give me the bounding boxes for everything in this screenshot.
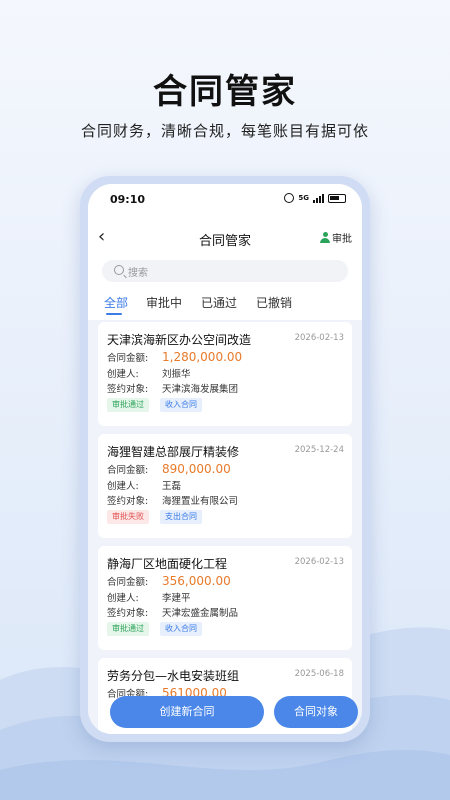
search-placeholder: 搜索 bbox=[128, 268, 148, 279]
battery-icon bbox=[328, 193, 346, 203]
amount-row: 合同金额: 890,000.00 bbox=[107, 462, 231, 476]
party-label: 签约对象: bbox=[107, 496, 149, 507]
contract-title: 劳务分包—水电安装班组 bbox=[107, 669, 240, 683]
contract-date: 2026-02-13 bbox=[294, 557, 344, 567]
amount-row: 合同金额: 1,280,000.00 bbox=[107, 350, 242, 364]
amount-label: 合同金额: bbox=[107, 353, 149, 364]
amount-label: 合同金额: bbox=[107, 465, 149, 476]
creator-value: 李建平 bbox=[162, 593, 191, 604]
approve-label: 审批 bbox=[332, 234, 352, 245]
phone-screen: 09:10 5G ‹ 合同管家 审批 搜索 全部 审批中 已通过 已撤销 天津滨… bbox=[88, 184, 362, 734]
type-badge: 支出合同 bbox=[160, 510, 202, 524]
contract-card[interactable]: 静海厂区地面硬化工程 2026-02-13 合同金额: 356,000.00 创建… bbox=[98, 546, 352, 650]
search-area: 搜索 bbox=[88, 260, 362, 294]
tab-approved[interactable]: 已通过 bbox=[201, 294, 237, 311]
search-input[interactable]: 搜索 bbox=[102, 260, 348, 282]
contract-date: 2025-06-18 bbox=[294, 669, 344, 679]
approve-button[interactable]: 审批 bbox=[320, 230, 352, 245]
status-badge: 审批失败 bbox=[107, 510, 149, 524]
amount-value: 890,000.00 bbox=[162, 462, 231, 476]
hero-title: 合同管家 bbox=[153, 72, 297, 112]
contract-date: 2026-02-13 bbox=[294, 333, 344, 343]
party-label: 签约对象: bbox=[107, 608, 149, 619]
user-icon bbox=[320, 232, 330, 243]
phone-frame: 09:10 5G ‹ 合同管家 审批 搜索 全部 审批中 已通过 已撤销 天津滨… bbox=[80, 176, 370, 742]
status-icons: 5G bbox=[284, 193, 346, 203]
party-row: 签约对象: 天津宏盛金属制品 bbox=[107, 605, 238, 619]
tab-pending[interactable]: 审批中 bbox=[146, 294, 182, 311]
amount-value: 1,280,000.00 bbox=[162, 350, 243, 364]
type-badge: 收入合同 bbox=[160, 398, 202, 412]
contract-title: 天津滨海新区办公空间改造 bbox=[107, 333, 252, 347]
search-icon bbox=[114, 265, 124, 275]
status-time: 09:10 bbox=[110, 193, 146, 206]
status-tabs: 全部 审批中 已通过 已撤销 bbox=[88, 294, 362, 320]
type-badge: 收入合同 bbox=[160, 622, 202, 636]
party-label: 签约对象: bbox=[107, 384, 149, 395]
creator-label: 创建人: bbox=[107, 369, 139, 380]
party-row: 签约对象: 天津滨海发展集团 bbox=[107, 381, 238, 395]
creator-label: 创建人: bbox=[107, 481, 139, 492]
contract-objects-button[interactable]: 合同对象 bbox=[274, 696, 358, 728]
creator-row: 创建人: 李建平 bbox=[107, 590, 191, 604]
creator-row: 创建人: 王磊 bbox=[107, 478, 181, 492]
create-contract-button[interactable]: 创建新合同 bbox=[110, 696, 264, 728]
tab-revoked[interactable]: 已撤销 bbox=[256, 294, 292, 311]
tab-all[interactable]: 全部 bbox=[104, 294, 128, 311]
creator-label: 创建人: bbox=[107, 593, 139, 604]
network-label: 5G bbox=[298, 194, 309, 202]
amount-row: 合同金额: 356,000.00 bbox=[107, 574, 231, 588]
contract-card[interactable]: 天津滨海新区办公空间改造 2026-02-13 合同金额: 1,280,000.0… bbox=[98, 322, 352, 426]
status-bar: 09:10 5G bbox=[88, 184, 362, 216]
status-badge: 审批通过 bbox=[107, 622, 149, 636]
creator-row: 创建人: 刘振华 bbox=[107, 366, 191, 380]
party-value: 海狸置业有限公司 bbox=[162, 496, 239, 507]
contract-date: 2025-12-24 bbox=[294, 445, 344, 455]
contract-card[interactable]: 海狸智建总部展厅精装修 2025-12-24 合同金额: 890,000.00 创… bbox=[98, 434, 352, 538]
creator-value: 刘振华 bbox=[162, 369, 191, 380]
tab-active-indicator bbox=[106, 313, 122, 315]
creator-value: 王磊 bbox=[162, 481, 182, 492]
nav-bar: ‹ 合同管家 审批 bbox=[88, 216, 362, 260]
hero-subtitle: 合同财务，清晰合规，每笔账目有据可依 bbox=[80, 122, 369, 140]
status-badge: 审批通过 bbox=[107, 398, 149, 412]
alarm-icon bbox=[284, 193, 295, 203]
amount-value: 356,000.00 bbox=[162, 574, 231, 588]
party-value: 天津滨海发展集团 bbox=[162, 384, 239, 395]
party-value: 天津宏盛金属制品 bbox=[162, 608, 239, 619]
amount-label: 合同金额: bbox=[107, 577, 149, 588]
contract-title: 海狸智建总部展厅精装修 bbox=[107, 445, 240, 459]
signal-icon bbox=[313, 193, 324, 203]
contract-title: 静海厂区地面硬化工程 bbox=[107, 557, 228, 571]
party-row: 签约对象: 海狸置业有限公司 bbox=[107, 493, 238, 507]
